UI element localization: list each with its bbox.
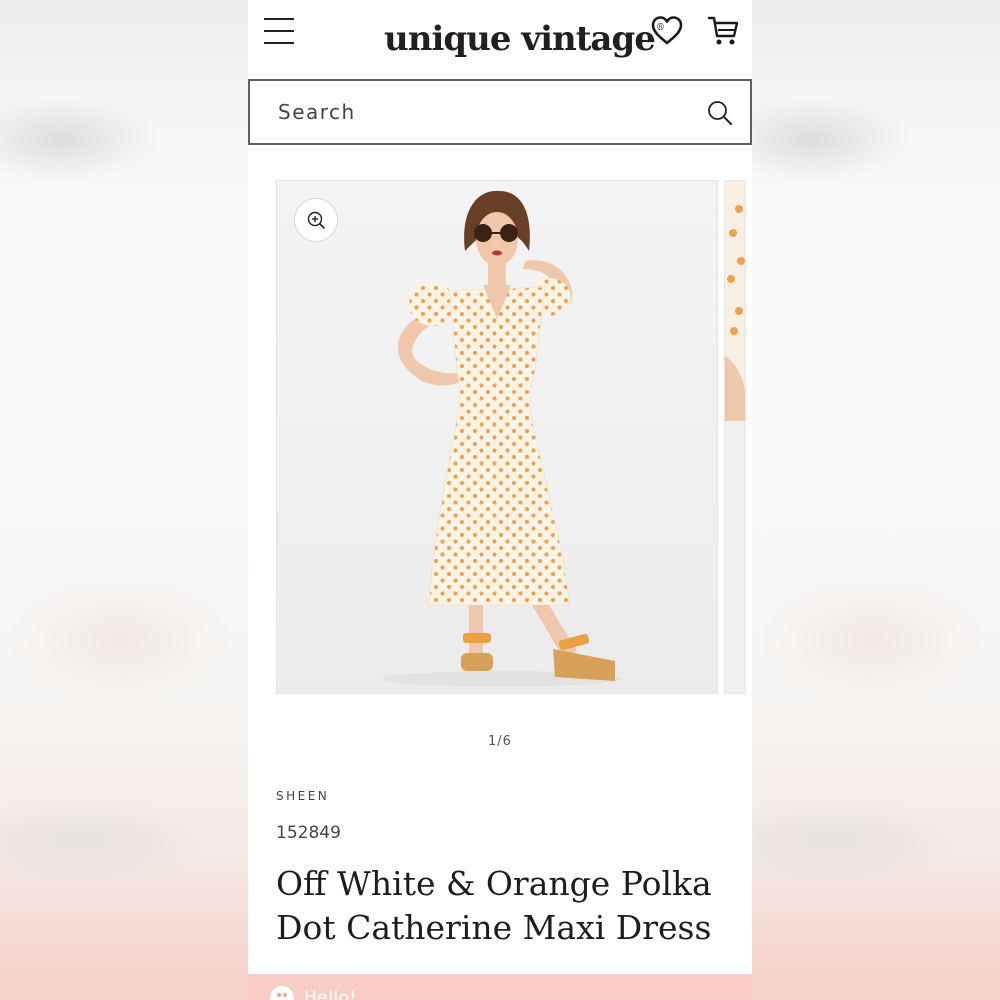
logo-text: unique vintage: [384, 19, 656, 59]
zoom-in-icon: [307, 211, 325, 229]
gallery-counter: 1/6: [488, 734, 512, 749]
heart-icon[interactable]: [650, 14, 684, 48]
phone-screen: unique vintage® Search 1/6 SHEEN 152849 …: [248, 0, 752, 1000]
chat-widget-bar[interactable]: Hello!: [248, 974, 752, 1000]
zoom-button[interactable]: [294, 198, 338, 242]
brand-logo[interactable]: unique vintage®: [384, 6, 665, 59]
search-input[interactable]: [276, 91, 680, 133]
background-blur-right: [752, 0, 1000, 1000]
chat-avatar-icon: [270, 986, 294, 1000]
next-photo-peek: [725, 181, 745, 693]
product-sku: 152849: [276, 823, 341, 843]
search-icon[interactable]: [706, 99, 734, 127]
product-title: Off White & Orange Polka Dot Catherine M…: [276, 864, 712, 947]
chat-greeting: Hello!: [304, 988, 357, 1000]
search-field[interactable]: [248, 79, 752, 145]
site-header: unique vintage®: [248, 0, 752, 78]
product-vendor: SHEEN: [276, 789, 330, 803]
model-photo: [382, 190, 622, 687]
menu-icon[interactable]: [264, 16, 294, 46]
background-blur-left: [0, 0, 248, 1000]
product-image-main[interactable]: [276, 180, 718, 694]
cart-icon[interactable]: [706, 14, 740, 48]
product-image-next[interactable]: [724, 180, 746, 694]
